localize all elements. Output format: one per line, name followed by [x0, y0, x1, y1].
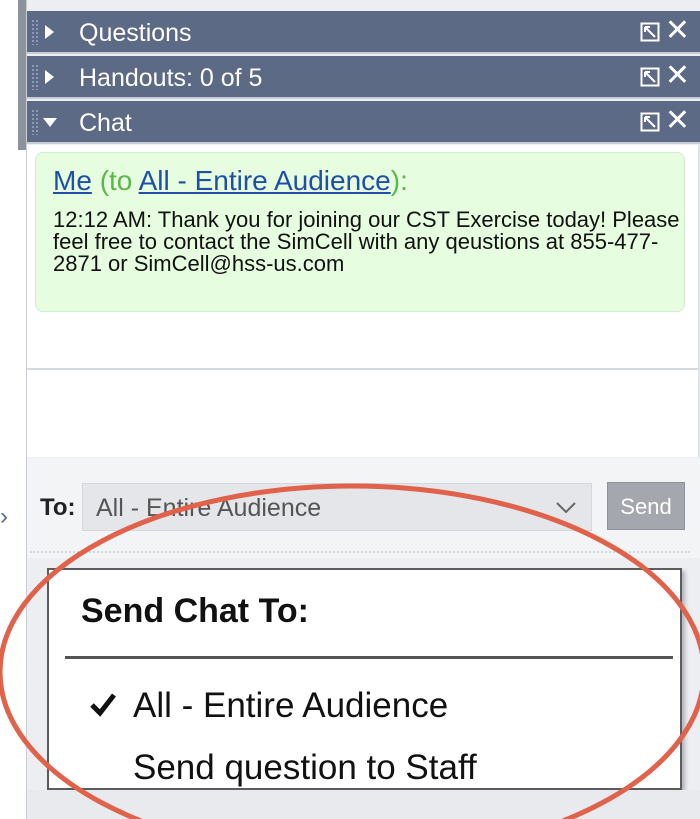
expand-arrow-icon[interactable] [45, 70, 54, 84]
message-header: Me (to All - Entire Audience): [53, 165, 408, 197]
compose-divider [30, 551, 690, 553]
panel-title-handouts: Handouts: 0 of 5 [79, 64, 263, 92]
window-edge [0, 0, 18, 819]
panel-footer [27, 790, 700, 819]
to-label: To: [40, 494, 76, 521]
sender-link[interactable]: Me [53, 165, 92, 196]
drag-grip-icon[interactable] [31, 64, 39, 90]
panel-title-chat: Chat [79, 109, 132, 137]
undock-icon[interactable] [640, 112, 660, 132]
recipient-select-value: All - Entire Audience [96, 494, 322, 522]
undock-icon[interactable] [640, 67, 660, 87]
collapse-arrow-icon[interactable] [43, 118, 57, 127]
panel-title-questions: Questions [79, 19, 192, 47]
recipient-prefix: (to [99, 165, 139, 196]
scrollbar-strip [18, 0, 26, 150]
checkmark-icon [90, 693, 116, 717]
menu-title: Send Chat To: [81, 592, 309, 630]
recipient-suffix: ): [390, 165, 408, 196]
chat-log[interactable]: Me (to All - Entire Audience): 12:12 AM:… [27, 145, 700, 457]
panel-header-chat[interactable]: Chat ✕ [27, 101, 700, 144]
recipient-select[interactable]: All - Entire Audience [82, 483, 592, 531]
drag-grip-icon[interactable] [31, 109, 39, 135]
undock-icon[interactable] [640, 22, 660, 42]
chevron-down-icon[interactable] [555, 496, 577, 518]
message-text: 12:12 AM: Thank you for joining our CST … [53, 207, 680, 276]
expand-arrow-icon[interactable] [45, 25, 54, 39]
menu-item-question-to-staff[interactable]: Send question to Staff [133, 748, 477, 788]
chat-message: Me (to All - Entire Audience): 12:12 AM:… [35, 152, 685, 312]
chat-input-divider [27, 368, 698, 370]
panel-header-handouts[interactable]: Handouts: 0 of 5 ✕ [27, 56, 700, 99]
close-icon[interactable]: ✕ [665, 61, 690, 91]
menu-item-all-audience[interactable]: All - Entire Audience [133, 686, 448, 726]
close-icon[interactable]: ✕ [665, 16, 690, 46]
panel-header-questions[interactable]: Questions ✕ [27, 11, 700, 54]
recipient-link[interactable]: All - Entire Audience [139, 165, 391, 196]
pointer-arrow-icon: › [0, 503, 8, 530]
close-icon[interactable]: ✕ [665, 106, 690, 136]
menu-separator [65, 656, 673, 659]
send-chat-to-menu: Send Chat To: All - Entire Audience Send… [47, 568, 682, 790]
send-button[interactable]: Send [607, 482, 685, 530]
drag-grip-icon[interactable] [31, 19, 39, 45]
